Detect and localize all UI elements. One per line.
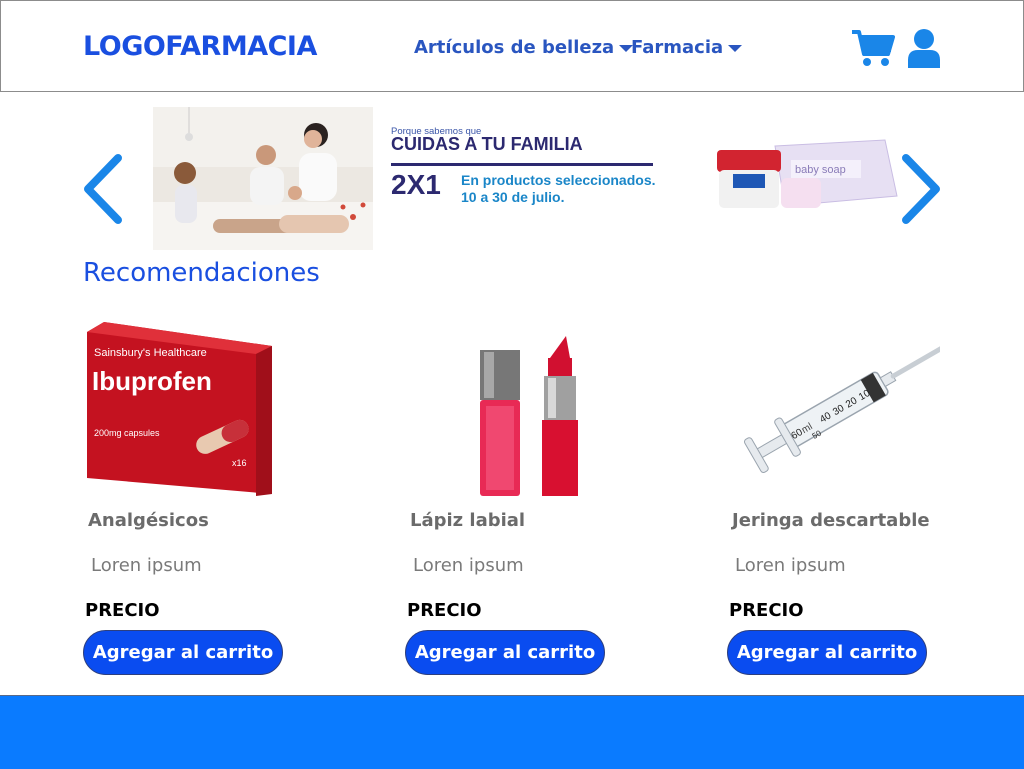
product-image-lipstick[interactable] bbox=[440, 318, 640, 498]
carousel-prev-button[interactable] bbox=[78, 152, 128, 226]
banner-description: En productos seleccionados. 10 a 30 de j… bbox=[461, 172, 656, 206]
nav-beauty-dropdown[interactable]: Artículos de belleza bbox=[414, 37, 634, 58]
box-product-name: Ibuprofen bbox=[92, 366, 212, 396]
product-description: Loren ipsum bbox=[413, 555, 524, 576]
chevron-down-icon bbox=[728, 44, 743, 52]
add-to-cart-button[interactable]: Agregar al carrito bbox=[727, 630, 927, 675]
banner-offer: 2X1 bbox=[391, 169, 441, 200]
product-name[interactable]: Analgésicos bbox=[88, 510, 209, 531]
box-dose: 200mg capsules bbox=[94, 428, 160, 438]
add-to-cart-button[interactable]: Agregar al carrito bbox=[405, 630, 605, 675]
carousel-next-button[interactable] bbox=[896, 152, 946, 226]
banner-description-line2: 10 a 30 de julio. bbox=[461, 189, 565, 205]
banner-family-photo bbox=[153, 107, 373, 250]
site-logo[interactable]: LOGOFARMACIA bbox=[83, 31, 317, 62]
banner-description-line1: En productos seleccionados. bbox=[461, 172, 656, 188]
top-header: LOGOFARMACIA Artículos de belleza Farmac… bbox=[0, 0, 1024, 92]
product-price: PRECIO bbox=[729, 600, 804, 621]
box-brand: Sainsbury's Healthcare bbox=[94, 347, 207, 359]
product-price: PRECIO bbox=[407, 600, 482, 621]
nav-pharmacy-dropdown[interactable]: Farmacia bbox=[631, 37, 743, 58]
chevron-left-icon bbox=[84, 154, 122, 224]
add-to-cart-button[interactable]: Agregar al carrito bbox=[83, 630, 283, 675]
product-image-ibuprofen[interactable]: Sainsbury's Healthcare Ibuprofen 200mg c… bbox=[82, 318, 282, 498]
cart-icon[interactable] bbox=[850, 28, 896, 68]
product-image-syringe[interactable]: ml 10 20 30 40 50 60 bbox=[740, 318, 945, 498]
soap-pack-label: baby soap bbox=[795, 164, 846, 176]
nav-pharmacy-label: Farmacia bbox=[631, 37, 724, 58]
product-description: Loren ipsum bbox=[91, 555, 202, 576]
page-footer bbox=[0, 695, 1024, 769]
product-price: PRECIO bbox=[85, 600, 160, 621]
recommendations-title: Recomendaciones bbox=[83, 258, 320, 288]
product-description: Loren ipsum bbox=[735, 555, 846, 576]
chevron-right-icon bbox=[902, 154, 940, 224]
product-name[interactable]: Jeringa descartable bbox=[732, 510, 930, 531]
banner-divider bbox=[391, 163, 653, 166]
box-count: x16 bbox=[232, 458, 247, 468]
banner-products-image: baby soap bbox=[715, 138, 900, 214]
nav-beauty-label: Artículos de belleza bbox=[414, 37, 615, 58]
product-name[interactable]: Lápiz labial bbox=[410, 510, 525, 531]
user-icon[interactable] bbox=[906, 28, 942, 68]
banner-headline: CUIDAS A TU FAMILIA bbox=[391, 134, 583, 154]
